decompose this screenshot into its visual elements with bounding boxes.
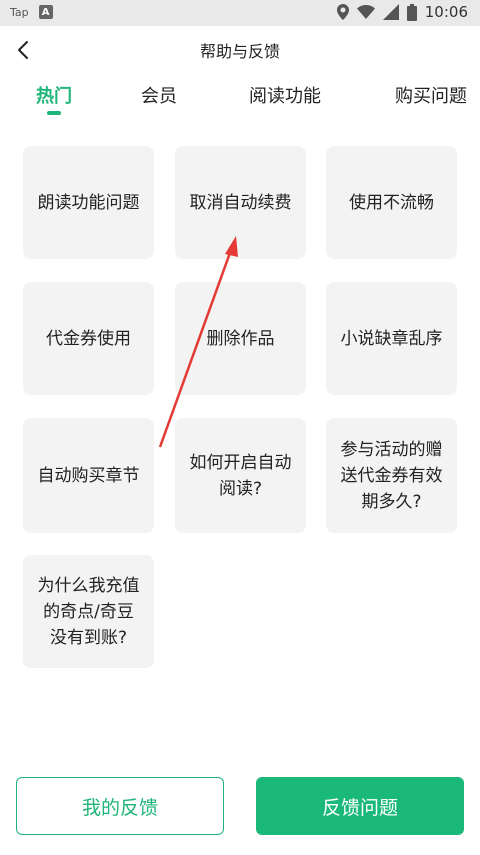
tab-hot[interactable]: 热门 <box>36 82 72 108</box>
wifi-icon <box>356 5 375 19</box>
question-text: 取消自动续费 <box>189 192 292 213</box>
my-feedback-button[interactable]: 我的反馈 <box>16 777 224 835</box>
question-card[interactable]: 使用不流畅 <box>326 146 457 259</box>
question-card[interactable]: 如何开启自动阅读? <box>175 418 306 533</box>
question-card[interactable]: 为什么我充值的奇点/奇豆没有到账? <box>23 555 154 668</box>
question-card[interactable]: 代金券使用 <box>23 282 154 395</box>
question-text: 自动购买章节 <box>37 465 140 486</box>
question-card[interactable]: 自动购买章节 <box>23 418 154 533</box>
question-card[interactable]: 参与活动的赠送代金券有效期多久? <box>326 418 457 533</box>
tab-purchase-issues[interactable]: 购买问题 <box>395 82 467 108</box>
question-text: 删除作品 <box>206 328 275 349</box>
tab-reading-features[interactable]: 阅读功能 <box>249 82 321 108</box>
question-card[interactable]: 取消自动续费 <box>175 146 306 259</box>
category-tabs: 热门 会员 阅读功能 购买问题 <box>0 82 480 122</box>
battery-icon <box>406 3 417 21</box>
question-card[interactable]: 删除作品 <box>175 282 306 395</box>
question-text: 为什么我充值的奇点/奇豆没有到账? <box>37 575 140 648</box>
question-text: 小说缺章乱序 <box>340 328 443 349</box>
tab-membership[interactable]: 会员 <box>141 82 177 108</box>
app-label: Tap <box>10 5 29 19</box>
question-text: 参与活动的赠送代金券有效期多久? <box>340 439 443 512</box>
signal-icon <box>382 4 399 20</box>
question-text: 使用不流畅 <box>349 192 434 213</box>
submit-feedback-button[interactable]: 反馈问题 <box>256 777 464 835</box>
question-card[interactable]: 朗读功能问题 <box>23 146 154 259</box>
location-icon <box>336 4 349 20</box>
question-text: 朗读功能问题 <box>37 192 140 213</box>
question-card[interactable]: 小说缺章乱序 <box>326 282 457 395</box>
page-title: 帮助与反馈 <box>199 42 280 61</box>
status-bar: Tap A 10:06 <box>0 0 480 26</box>
app-header: 帮助与反馈 <box>0 26 480 74</box>
notification-icon: A <box>38 5 53 19</box>
question-text: 如何开启自动阅读? <box>189 452 292 499</box>
question-text: 代金券使用 <box>46 328 131 349</box>
active-tab-indicator <box>47 111 61 115</box>
clock: 10:06 <box>424 3 468 21</box>
